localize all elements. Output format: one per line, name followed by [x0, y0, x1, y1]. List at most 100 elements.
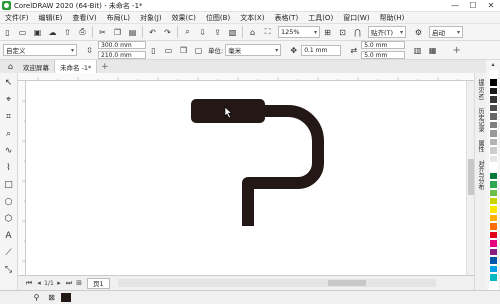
- menu-text[interactable]: 文本(X): [235, 13, 269, 23]
- unit-select[interactable]: 毫米 ▾: [225, 44, 282, 56]
- landscape-icon[interactable]: ▭: [162, 44, 175, 57]
- menu-tools[interactable]: 工具(O): [303, 13, 338, 23]
- home-icon[interactable]: ⌂: [4, 60, 17, 73]
- menu-help[interactable]: 帮助(H): [375, 13, 410, 23]
- color-swatch[interactable]: [488, 137, 498, 147]
- color-swatch[interactable]: [488, 129, 498, 138]
- menu-bitmaps[interactable]: 位图(B): [201, 13, 235, 23]
- menu-effects[interactable]: 效果(C): [167, 13, 201, 23]
- undo-icon[interactable]: ↶: [146, 26, 159, 39]
- rectangle-tool-icon[interactable]: □: [2, 178, 16, 192]
- color-swatch[interactable]: [488, 103, 498, 113]
- docker-history[interactable]: 历史记录: [476, 106, 485, 134]
- color-swatch[interactable]: [488, 180, 498, 189]
- page-width-input[interactable]: 300.0 mm: [98, 41, 146, 49]
- crop-tool-icon[interactable]: ⌗: [2, 110, 16, 124]
- docker-align[interactable]: 对齐与分布: [476, 158, 485, 192]
- vertical-scrollbar[interactable]: [466, 81, 474, 275]
- copy-icon[interactable]: ❐: [111, 26, 124, 39]
- menu-window[interactable]: 窗口(W): [338, 13, 374, 23]
- color-swatch[interactable]: [488, 69, 498, 79]
- artistic-media-icon[interactable]: ⌇: [2, 161, 16, 175]
- pdf-icon[interactable]: ▧: [226, 26, 239, 39]
- duplicate-y-input[interactable]: 5.0 mm: [361, 51, 406, 59]
- drawn-shape-stroke[interactable]: [242, 105, 324, 226]
- docker-hints[interactable]: 提示(N): [476, 77, 485, 102]
- docker-properties[interactable]: 属性: [476, 138, 485, 154]
- menu-file[interactable]: 文件(F): [0, 13, 34, 23]
- print-icon[interactable]: ⎙: [76, 26, 89, 39]
- settings-icon[interactable]: ⚙: [412, 26, 425, 39]
- magnet-icon[interactable]: ⋂: [351, 26, 364, 39]
- snap-to-select[interactable]: 贴齐(T) ▾: [368, 26, 406, 38]
- shape-tool-icon[interactable]: ⌖: [2, 93, 16, 107]
- color-swatch[interactable]: [488, 154, 498, 164]
- color-swatch[interactable]: [488, 112, 498, 121]
- add-icon[interactable]: +: [450, 44, 463, 57]
- color-swatch[interactable]: [488, 163, 498, 172]
- palette-scroll-up-icon[interactable]: ▴: [488, 60, 498, 70]
- text-tool-icon[interactable]: A: [2, 229, 16, 243]
- portrait-icon[interactable]: ▯: [147, 44, 160, 57]
- eyedropper-icon[interactable]: ⚲: [30, 291, 43, 304]
- export-icon[interactable]: ⇪: [211, 26, 224, 39]
- nudge-distance-input[interactable]: 0.1 mm: [301, 44, 342, 56]
- fill-none-icon[interactable]: ⊠: [45, 291, 58, 304]
- add-page-icon[interactable]: ⊞: [74, 278, 84, 288]
- page-options-icon[interactable]: ▥: [411, 44, 424, 57]
- add-tab-icon[interactable]: +: [98, 60, 111, 73]
- connector-tool-icon[interactable]: ⤡: [2, 263, 16, 277]
- color-swatch[interactable]: [488, 188, 498, 197]
- page-size-select[interactable]: 自定义 ▾: [3, 44, 77, 56]
- maximize-button[interactable]: ☐: [464, 0, 482, 12]
- previous-page-icon[interactable]: ◂: [34, 278, 44, 288]
- first-page-icon[interactable]: ⏮: [24, 278, 34, 288]
- menu-object[interactable]: 对象(J): [135, 13, 167, 23]
- page-tab-1[interactable]: 页1: [87, 277, 110, 289]
- tab-document[interactable]: 未命名 -1*: [55, 60, 98, 73]
- menu-layout[interactable]: 布局(L): [102, 13, 135, 23]
- ellipse-tool-icon[interactable]: ○: [2, 195, 16, 209]
- wrap-icon[interactable]: ⊞: [321, 26, 334, 39]
- cut-icon[interactable]: ✂: [96, 26, 109, 39]
- freehand-tool-icon[interactable]: ∿: [2, 144, 16, 158]
- page-grid-icon[interactable]: ▦: [426, 44, 439, 57]
- grid-icon[interactable]: ⊡: [336, 26, 349, 39]
- color-swatch[interactable]: [488, 205, 498, 214]
- color-swatch[interactable]: [488, 264, 498, 274]
- minimize-button[interactable]: —: [446, 0, 464, 12]
- redo-icon[interactable]: ↷: [161, 26, 174, 39]
- polygon-tool-icon[interactable]: ⬡: [2, 212, 16, 226]
- color-swatch[interactable]: [488, 239, 498, 248]
- open-folder-icon[interactable]: ▭: [16, 26, 29, 39]
- search-icon[interactable]: ⌕: [181, 26, 194, 39]
- color-swatch[interactable]: [488, 256, 498, 265]
- dimension-tool-icon[interactable]: ⟋: [2, 246, 16, 260]
- pick-tool-icon[interactable]: ↖: [2, 76, 16, 90]
- color-swatch[interactable]: [488, 281, 498, 291]
- tab-welcome-screen[interactable]: 欢迎屏幕: [18, 60, 55, 73]
- color-swatch[interactable]: [488, 247, 498, 257]
- color-swatch[interactable]: [488, 273, 498, 282]
- paste-icon[interactable]: ▤: [126, 26, 139, 39]
- duplicate-x-input[interactable]: 5.0 mm: [361, 41, 406, 49]
- color-swatch[interactable]: [488, 213, 498, 223]
- app-launcher-icon[interactable]: ⌂: [246, 26, 259, 39]
- color-swatch[interactable]: [488, 171, 498, 181]
- color-swatch[interactable]: [488, 78, 498, 87]
- launch-select[interactable]: 启动 ▾: [429, 26, 463, 38]
- menu-view[interactable]: 查看(V): [67, 13, 101, 23]
- import-icon[interactable]: ⇩: [196, 26, 209, 39]
- current-fill-swatch[interactable]: [61, 293, 71, 302]
- next-page-icon[interactable]: ▸: [54, 278, 64, 288]
- full-screen-icon[interactable]: ⛶: [261, 26, 274, 39]
- horizontal-scroll-thumb[interactable]: [327, 280, 366, 286]
- menu-edit[interactable]: 编辑(E): [34, 13, 68, 23]
- drawing-canvas[interactable]: [26, 81, 466, 275]
- color-swatch[interactable]: [488, 222, 498, 231]
- all-pages-icon[interactable]: ❐: [177, 44, 190, 57]
- color-swatch[interactable]: [488, 86, 498, 96]
- close-button[interactable]: ✕: [482, 0, 500, 12]
- cloud-icon[interactable]: ☁: [46, 26, 59, 39]
- color-swatch[interactable]: [488, 95, 498, 104]
